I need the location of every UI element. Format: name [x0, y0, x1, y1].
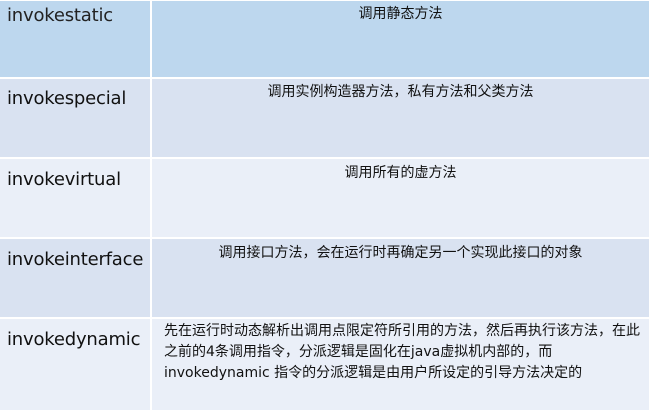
instruction-description: 先在运行时动态解析出调用点限定符所引用的方法，然后再执行该方法，在此之前的4条调…	[164, 323, 640, 381]
instruction-name: invokestatic	[7, 5, 113, 26]
description-cell: 先在运行时动态解析出调用点限定符所引用的方法，然后再执行该方法，在此之前的4条调…	[152, 319, 649, 410]
instruction-name: invokeinterface	[7, 249, 144, 270]
instruction-description: 调用静态方法	[358, 6, 443, 22]
description-cell: 调用所有的虚方法	[152, 159, 649, 237]
table-row: invokedynamic 先在运行时动态解析出调用点限定符所引用的方法，然后再…	[0, 319, 649, 410]
table-row: invokestatic 调用静态方法	[0, 1, 649, 79]
description-cell: 调用接口方法，会在运行时再确定另一个实现此接口的对象	[152, 239, 649, 317]
instruction-description: 调用所有的虚方法	[344, 165, 457, 181]
instruction-cell: invokestatic	[0, 1, 152, 77]
instruction-name: invokevirtual	[7, 169, 121, 190]
instruction-description: 调用实例构造器方法，私有方法和父类方法	[267, 84, 534, 100]
instruction-description: 调用接口方法，会在运行时再确定另一个实现此接口的对象	[218, 245, 583, 261]
description-cell: 调用静态方法	[152, 1, 649, 77]
instruction-cell: invokevirtual	[0, 159, 152, 237]
invoke-instructions-table: invokestatic 调用静态方法 invokespecial 调用实例构造…	[0, 0, 649, 410]
instruction-cell: invokespecial	[0, 79, 152, 157]
instruction-name: invokespecial	[7, 88, 127, 109]
instruction-cell: invokeinterface	[0, 239, 152, 317]
instruction-name: invokedynamic	[7, 329, 141, 350]
instruction-cell: invokedynamic	[0, 319, 152, 410]
table-row: invokeinterface 调用接口方法，会在运行时再确定另一个实现此接口的…	[0, 239, 649, 319]
table-row: invokespecial 调用实例构造器方法，私有方法和父类方法	[0, 79, 649, 159]
table-row: invokevirtual 调用所有的虚方法	[0, 159, 649, 239]
description-cell: 调用实例构造器方法，私有方法和父类方法	[152, 79, 649, 157]
